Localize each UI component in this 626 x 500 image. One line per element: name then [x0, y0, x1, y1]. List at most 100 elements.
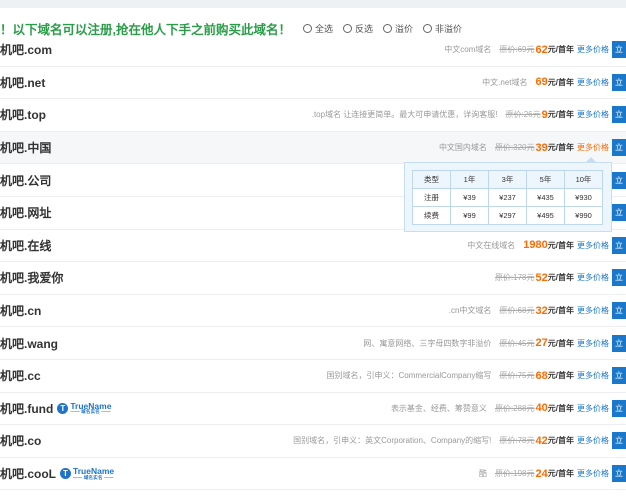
domain-name[interactable]: 机吧.net: [0, 74, 45, 91]
price-info: 原价:178元 52 元/首年 更多价格 立: [495, 262, 626, 294]
current-price: 1980: [523, 239, 548, 252]
price-info: .top域名 让连接更简单。最大可申请优惠，详询客服! 原价:26元 9 元/首…: [312, 99, 626, 131]
domain-desc: .top域名 让连接更简单。最大可申请优惠，详询客服!: [311, 110, 498, 120]
domain-desc: 酷: [478, 469, 487, 479]
domain-name[interactable]: 机吧.公司: [0, 172, 51, 189]
more-price-link[interactable]: 更多价格: [577, 468, 609, 479]
domain-name[interactable]: 机吧.cc: [0, 367, 41, 384]
buy-button[interactable]: 立: [612, 432, 626, 450]
price-popup: 类型 1年 3年 5年 10年 注册 ¥39 ¥237 ¥435 ¥930 续费…: [404, 157, 612, 232]
domain-desc: 表示基金、经费、筹赞意义: [390, 403, 487, 413]
current-price: 62: [535, 43, 548, 56]
domain-name[interactable]: 机吧.cn: [0, 302, 41, 319]
more-price-link[interactable]: 更多价格: [577, 44, 609, 55]
domain-name[interactable]: 机吧.网址: [0, 204, 51, 221]
domain-name[interactable]: 机吧.我爱你: [0, 269, 63, 286]
more-price-link[interactable]: 更多价格: [577, 77, 609, 88]
more-price-link[interactable]: 更多价格: [577, 435, 609, 446]
domain-name[interactable]: 机吧.在线: [0, 237, 51, 254]
price-info: 国别域名，引申义：CommercialCompany缩写 原价:75元 68 元…: [326, 360, 626, 392]
price-unit: 元/首年: [547, 110, 574, 120]
buy-button[interactable]: 立: [612, 399, 626, 417]
more-price-link[interactable]: 更多价格: [577, 305, 609, 316]
price-info: 酷 原价:198元 24 元/首年 更多价格 立: [479, 458, 626, 490]
current-price: 69: [535, 76, 548, 89]
price-unit: 元/首年: [547, 436, 574, 446]
price-info: 国别域名，引申义：英文Corporation、Company的缩写! 原价:78…: [293, 425, 626, 457]
domain-desc: 中文国内域名: [438, 143, 487, 153]
price-unit: 元/首年: [547, 240, 574, 250]
price-info: 表示基金、经费、筹赞意义 原价:288元 40 元/首年 更多价格 立: [391, 393, 626, 425]
buy-button[interactable]: 立: [612, 334, 626, 352]
price-unit: 元/首年: [547, 273, 574, 283]
original-price: 原价:69元: [499, 45, 535, 55]
buy-button[interactable]: 立: [612, 139, 626, 157]
more-price-link[interactable]: 更多价格: [577, 370, 609, 381]
domain-name[interactable]: 机吧.top: [0, 106, 46, 123]
price-unit: 元/首年: [547, 338, 574, 348]
top-strip: [0, 0, 626, 8]
domain-row: 机吧.cc 国别域名，引申义：CommercialCompany缩写 原价:75…: [0, 360, 626, 393]
popup-arrow: [585, 157, 597, 163]
more-price-link[interactable]: 更多价格: [577, 403, 609, 414]
current-price: 68: [535, 369, 548, 382]
original-price: 原价:178元: [494, 273, 535, 283]
price-table: 类型 1年 3年 5年 10年 注册 ¥39 ¥237 ¥435 ¥930 续费…: [412, 170, 603, 225]
more-price-link[interactable]: 更多价格: [577, 338, 609, 349]
price-info: 网、寓意网络、三字母四数字非溢价 原价:45元 27 元/首年 更多价格 立: [363, 327, 626, 359]
domain-list: 机吧.com 中文com域名 原价:69元 62 元/首年 更多价格 立 机吧.…: [0, 34, 626, 491]
price-info: .cn中文域名 原价:68元 32 元/首年 更多价格 立: [449, 295, 626, 327]
current-price: 27: [535, 337, 548, 350]
domain-name[interactable]: 机吧.cooL T TrueName —— 域名实名 ——: [0, 465, 114, 482]
current-price: 40: [535, 402, 548, 415]
domain-row: 机吧.在线 中文在线域名 1980 元/首年 更多价格 立: [0, 230, 626, 263]
domain-desc: 中文在线域名: [467, 240, 516, 250]
premium-radio[interactable]: 溢价: [383, 22, 413, 35]
more-price-link[interactable]: 更多价格: [577, 109, 609, 120]
invert-select-radio[interactable]: 反选: [343, 22, 373, 35]
domain-name[interactable]: 机吧.com: [0, 41, 52, 58]
non-premium-radio[interactable]: 非溢价: [423, 22, 462, 35]
buy-button[interactable]: 立: [612, 41, 626, 59]
domain-desc: 国别域名，引申义：CommercialCompany缩写: [326, 371, 492, 381]
more-price-link[interactable]: 更多价格: [577, 142, 609, 153]
buy-button[interactable]: 立: [612, 73, 626, 91]
radio-circle-icon: [302, 23, 312, 33]
buy-button[interactable]: 立: [612, 171, 626, 189]
more-price-link[interactable]: 更多价格: [577, 272, 609, 283]
radio-circle-icon: [343, 23, 352, 33]
buy-button[interactable]: 立: [612, 302, 626, 320]
table-row: 类型 1年 3年 5年 10年: [412, 170, 603, 189]
domain-desc: 国别域名，引申义：英文Corporation、Company的缩写!: [293, 436, 492, 446]
domain-name[interactable]: 机吧.wang: [0, 335, 58, 352]
domain-row: 机吧.net 中文.net域名 69 元/首年 更多价格 立: [0, 67, 626, 100]
domain-row: 机吧.中国 中文国内域名 原价:320元 39 元/首年 更多价格 立: [0, 131, 626, 165]
buy-button[interactable]: 立: [612, 269, 626, 287]
buy-button[interactable]: 立: [612, 367, 626, 385]
buy-button[interactable]: 立: [612, 236, 626, 254]
price-unit: 元/首年: [547, 77, 574, 87]
buy-button[interactable]: 立: [612, 204, 626, 222]
current-price: 52: [535, 271, 548, 284]
price-unit: 元/首年: [547, 306, 574, 316]
domain-row: 机吧.我爱你 原价:178元 52 元/首年 更多价格 立: [0, 262, 626, 295]
select-all-radio[interactable]: 全选: [302, 22, 333, 35]
price-unit: 元/首年: [547, 371, 574, 381]
domain-name[interactable]: 机吧.中国: [0, 139, 51, 156]
original-price: 原价:75元: [499, 371, 535, 381]
current-price: 32: [535, 304, 548, 317]
domain-name[interactable]: 机吧.co: [0, 432, 41, 449]
buy-button[interactable]: 立: [612, 465, 626, 483]
price-unit: 元/首年: [547, 469, 574, 479]
price-info: 中文在线域名 1980 元/首年 更多价格 立: [467, 230, 626, 262]
price-unit: 元/首年: [547, 403, 574, 413]
table-row: 续费 ¥99 ¥297 ¥495 ¥990: [412, 206, 603, 225]
more-price-link[interactable]: 更多价格: [577, 240, 609, 251]
domain-name[interactable]: 机吧.fund T TrueName —— 域名实名 ——: [0, 400, 111, 417]
radio-circle-icon: [383, 23, 393, 33]
original-price: 原价:320元: [494, 143, 535, 153]
buy-button[interactable]: 立: [612, 106, 626, 124]
truename-logo-icon: T: [60, 468, 71, 480]
domain-row: 机吧.co 国别域名，引申义：英文Corporation、Company的缩写!…: [0, 425, 626, 458]
domain-row: 机吧.cooL T TrueName —— 域名实名 —— 酷 原价:198元 …: [0, 458, 626, 491]
